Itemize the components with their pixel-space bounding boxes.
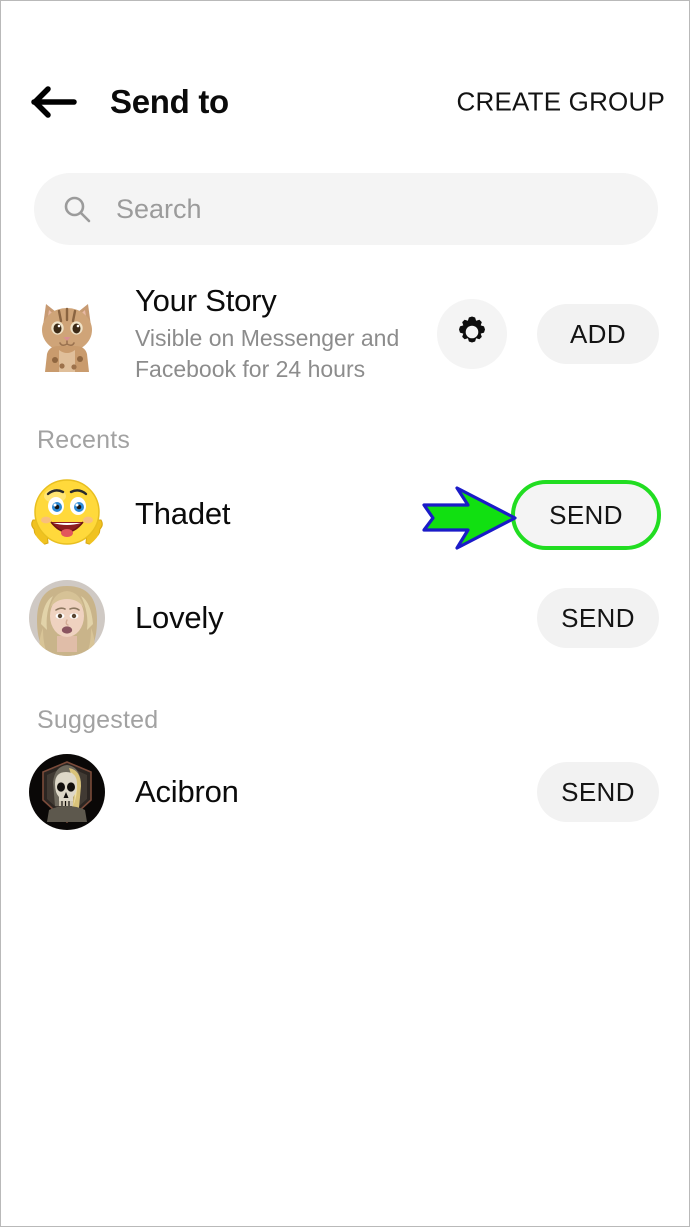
create-group-button[interactable]: CREATE GROUP bbox=[457, 87, 666, 118]
contact-text: Lovely bbox=[135, 600, 224, 636]
contact-name: Acibron bbox=[135, 774, 239, 809]
list-item[interactable]: Lovely SEND bbox=[1, 579, 689, 657]
send-button[interactable]: SEND bbox=[537, 588, 659, 648]
contact-text: Acibron bbox=[135, 774, 239, 810]
contact-name: Thadet bbox=[135, 496, 231, 531]
list-item[interactable]: Acibron SEND bbox=[1, 753, 689, 831]
contact-text: Thadet bbox=[135, 496, 231, 532]
header: Send to CREATE GROUP bbox=[1, 63, 689, 141]
section-label-recents: Recents bbox=[37, 426, 131, 454]
your-story-text: Your Story Visible on Messenger and Face… bbox=[135, 283, 435, 385]
avatar bbox=[29, 754, 105, 830]
avatar bbox=[29, 476, 105, 552]
your-story-subtitle: Visible on Messenger and Facebook for 24… bbox=[135, 325, 400, 382]
back-button[interactable] bbox=[23, 71, 85, 133]
add-to-story-button[interactable]: ADD bbox=[537, 304, 659, 364]
avatar bbox=[29, 296, 105, 372]
story-settings-button[interactable] bbox=[437, 299, 507, 369]
gear-icon bbox=[452, 312, 492, 357]
your-story-title: Your Story bbox=[135, 283, 277, 318]
contact-name: Lovely bbox=[135, 600, 224, 635]
list-item[interactable]: Thadet SEND bbox=[1, 475, 689, 553]
send-button[interactable]: SEND bbox=[511, 480, 661, 550]
section-label-suggested: Suggested bbox=[37, 706, 159, 734]
search-placeholder: Search bbox=[116, 193, 202, 224]
avatar bbox=[29, 580, 105, 656]
send-button[interactable]: SEND bbox=[537, 762, 659, 822]
search-icon bbox=[62, 194, 92, 224]
your-story-row[interactable]: Your Story Visible on Messenger and Face… bbox=[1, 279, 689, 389]
search-input[interactable]: Search bbox=[34, 173, 658, 245]
page-title: Send to bbox=[110, 83, 229, 120]
send-to-screen: Send to CREATE GROUP Search Your Story V… bbox=[0, 0, 690, 1227]
back-arrow-icon bbox=[31, 85, 77, 119]
